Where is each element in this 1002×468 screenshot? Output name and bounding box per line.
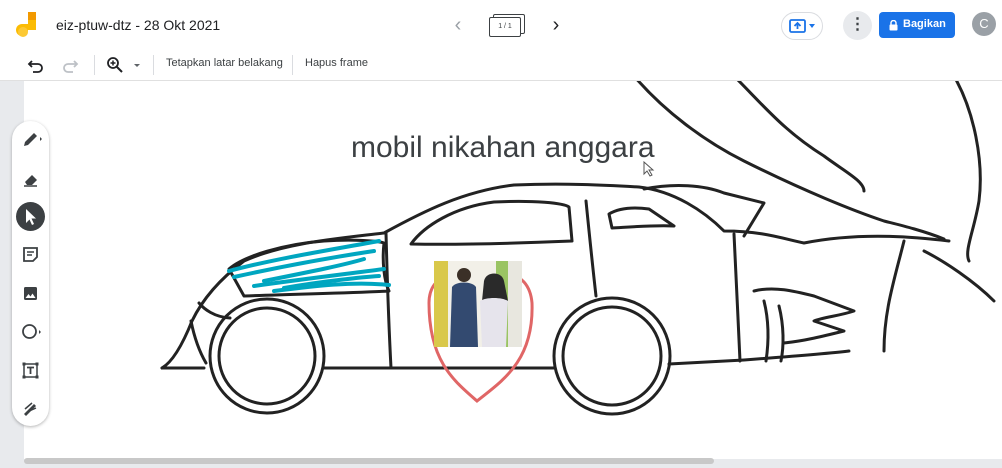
more-options-button[interactable]: ⋮ [843, 11, 872, 40]
present-button[interactable] [781, 12, 823, 40]
pen-tool[interactable] [16, 125, 45, 154]
eraser-icon [24, 175, 37, 187]
laser-pointer-icon [24, 402, 37, 416]
canvas-title-text[interactable]: mobil nikahan anggara [351, 131, 655, 165]
tool-panel [12, 121, 49, 426]
circle-shape-icon [22, 324, 41, 339]
avatar[interactable]: C [972, 12, 996, 36]
previous-frame-button[interactable]: ‹ [448, 13, 468, 37]
toolbar-divider [153, 55, 154, 75]
shape-tool[interactable] [16, 317, 45, 346]
pen-icon [24, 133, 42, 146]
mouse-cursor-icon [643, 161, 655, 177]
frame-bar-button[interactable]: 1 / 1 [489, 14, 525, 37]
redo-icon[interactable] [60, 55, 80, 75]
share-label: Bagikan [903, 18, 946, 30]
toolbar-divider [94, 55, 95, 75]
couple-photo[interactable] [434, 261, 522, 347]
next-frame-button[interactable]: › [546, 13, 566, 37]
cursor-arrow-icon [26, 209, 36, 225]
jamboard-logo-icon[interactable] [16, 12, 42, 40]
sticky-note-tool[interactable] [16, 240, 45, 269]
eraser-tool[interactable] [16, 164, 45, 193]
text-box-tool[interactable] [16, 356, 45, 385]
zoom-icon[interactable] [105, 55, 125, 75]
zoom-dropdown-icon[interactable] [130, 55, 144, 75]
frame-counter-label: 1 / 1 [489, 17, 521, 37]
delete-frame-button[interactable]: Hapus frame [305, 57, 368, 69]
top-bar: eiz-ptuw-dtz - 28 Okt 2021 ‹ 1 / 1 › ⋮ B… [0, 0, 1002, 50]
whiteboard-canvas[interactable]: mobil nikahan anggara [24, 81, 1002, 459]
image-icon [24, 287, 37, 300]
laser-tool[interactable] [16, 394, 45, 423]
edit-toolbar: Tetapkan latar belakang Hapus frame [0, 50, 1002, 81]
sticky-note-icon [23, 247, 38, 262]
text-box-icon [22, 362, 39, 379]
couple-photo-icon [434, 261, 522, 347]
document-title[interactable]: eiz-ptuw-dtz - 28 Okt 2021 [56, 17, 220, 33]
share-button[interactable]: Bagikan [879, 12, 955, 38]
horizontal-scrollbar[interactable] [24, 458, 714, 464]
canvas-area: mobil nikahan anggara [0, 81, 1002, 468]
image-tool[interactable] [16, 279, 45, 308]
toolbar-divider [292, 55, 293, 75]
set-background-button[interactable]: Tetapkan latar belakang [166, 57, 283, 69]
undo-icon[interactable] [26, 55, 46, 75]
lock-icon [889, 20, 898, 31]
cast-icon [789, 19, 815, 33]
select-tool[interactable] [16, 202, 45, 231]
